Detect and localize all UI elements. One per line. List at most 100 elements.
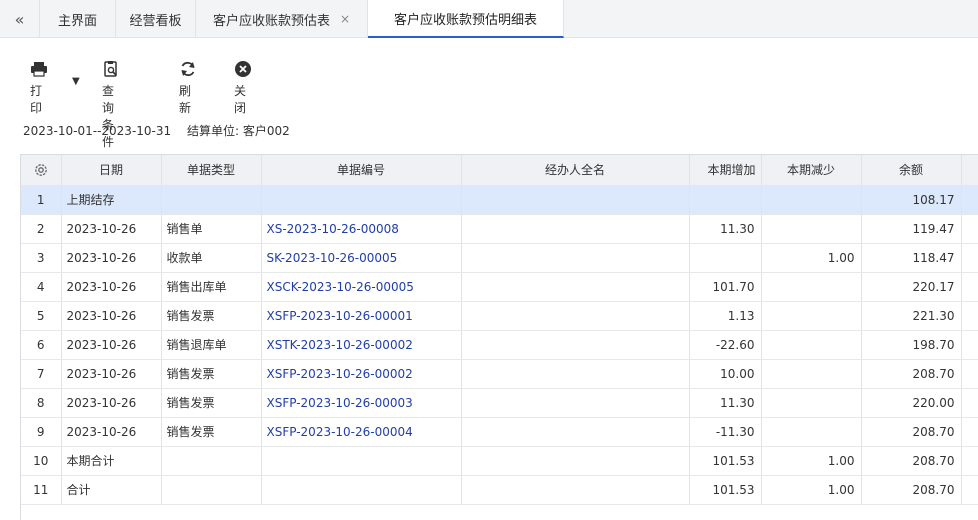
cell-handler xyxy=(461,359,690,389)
cell-doc-no[interactable]: XSFP-2023-10-26-00001 xyxy=(261,301,462,331)
cell-doc-no[interactable]: XSFP-2023-10-26-00003 xyxy=(261,388,462,418)
table-row[interactable]: 6 2023-10-26 销售退库单 XSTK-2023-10-26-00002 -22… xyxy=(21,330,978,360)
cell-doc-no[interactable]: SK-2023-10-26-00005 xyxy=(261,243,462,273)
cell-decrease xyxy=(761,185,862,215)
cell-increase: -11.30 xyxy=(689,417,762,447)
column-header-doc-type[interactable]: 单据类型 xyxy=(161,155,262,186)
cell-date: 2023-10-26 xyxy=(61,214,162,244)
cell-balance: 220.17 xyxy=(861,272,962,302)
cell-balance: 108.17 xyxy=(861,185,962,215)
cell-decrease: 1.00 xyxy=(761,446,862,476)
cell-balance: 208.70 xyxy=(861,475,962,505)
cell-spacer xyxy=(961,185,978,215)
cell-handler xyxy=(461,185,690,215)
print-button[interactable]: 打印 xyxy=(30,60,48,116)
row-index: 9 xyxy=(21,417,62,447)
print-dropdown-toggle[interactable]: ▼ xyxy=(72,76,80,87)
cell-spacer xyxy=(961,475,978,505)
refresh-icon xyxy=(181,61,195,77)
column-header-date[interactable]: 日期 xyxy=(61,155,162,186)
cell-increase: 1.13 xyxy=(689,301,762,331)
cell-date: 2023-10-26 xyxy=(61,359,162,389)
print-label: 打印 xyxy=(30,84,43,115)
cell-doc-no[interactable]: XSTK-2023-10-26-00002 xyxy=(261,330,462,360)
cell-doc-type: 销售发票 xyxy=(161,301,262,331)
tab-receivable-estimate-detail[interactable]: 客户应收账款预估明细表 xyxy=(368,0,564,38)
cell-doc-type: 销售发票 xyxy=(161,417,262,447)
cell-date: 2023-10-26 xyxy=(61,388,162,418)
gear-icon xyxy=(34,163,47,176)
cell-date: 2023-10-26 xyxy=(61,417,162,447)
cell-spacer xyxy=(961,272,978,302)
table-row[interactable]: 11 合计 101.53 1.00 208.70 xyxy=(21,475,978,505)
collapse-sidebar-button[interactable]: « xyxy=(0,0,40,38)
table-row[interactable]: 5 2023-10-26 销售发票 XSFP-2023-10-26-00001 1.13… xyxy=(21,301,978,331)
close-icon[interactable]: × xyxy=(340,12,350,26)
row-index: 6 xyxy=(21,330,62,360)
tab-receivable-estimate[interactable]: 客户应收账款预估表 × xyxy=(196,0,368,38)
tab-label: 经营看板 xyxy=(129,13,182,29)
row-index: 2 xyxy=(21,214,62,244)
cell-doc-type xyxy=(161,475,262,505)
main-content: 打印 ▼ 查询条件 刷新 关闭 2023-10-01--2023-10-31 结… xyxy=(10,50,978,520)
cell-doc-no[interactable]: XSFP-2023-10-26-00002 xyxy=(261,359,462,389)
column-header-increase[interactable]: 本期增加 xyxy=(689,155,762,186)
cell-decrease xyxy=(761,301,862,331)
cell-increase: 11.30 xyxy=(689,388,762,418)
cell-decrease: 1.00 xyxy=(761,243,862,273)
cell-doc-type xyxy=(161,185,262,215)
cell-balance: 208.70 xyxy=(861,359,962,389)
column-header-doc-no[interactable]: 单据编号 xyxy=(261,155,462,186)
cell-decrease xyxy=(761,417,862,447)
cell-decrease xyxy=(761,214,862,244)
cell-handler xyxy=(461,214,690,244)
table-row[interactable]: 3 2023-10-26 收款单 SK-2023-10-26-00005 1.00 118… xyxy=(21,243,978,273)
column-header-balance[interactable]: 余额 xyxy=(861,155,962,186)
cell-doc-no[interactable]: XSFP-2023-10-26-00004 xyxy=(261,417,462,447)
cell-date: 本期合计 xyxy=(61,446,162,476)
row-index: 4 xyxy=(21,272,62,302)
table-row[interactable]: 10 本期合计 101.53 1.00 208.70 xyxy=(21,446,978,476)
header-row: 日期 单据类型 单据编号 经办人全名 本期增加 本期减少 余额 xyxy=(21,155,978,186)
table-row[interactable]: 7 2023-10-26 销售发票 XSFP-2023-10-26-00002 10.0… xyxy=(21,359,978,389)
cell-balance: 208.70 xyxy=(861,417,962,447)
tab-home[interactable]: 主界面 xyxy=(40,0,116,38)
double-chevron-left-icon: « xyxy=(14,9,25,29)
cell-doc-type: 销售单 xyxy=(161,214,262,244)
table-row[interactable]: 4 2023-10-26 销售出库单 XSCK-2023-10-26-00005 101… xyxy=(21,272,978,302)
cell-increase xyxy=(689,243,762,273)
detail-grid: 日期 单据类型 单据编号 经办人全名 本期增加 本期减少 余额 1 上期结存 108… xyxy=(20,154,978,520)
row-index: 3 xyxy=(21,243,62,273)
cell-decrease xyxy=(761,359,862,389)
close-button[interactable]: 关闭 xyxy=(234,60,252,116)
table-row[interactable]: 8 2023-10-26 销售发票 XSFP-2023-10-26-00003 11.3… xyxy=(21,388,978,418)
detail-table: 日期 单据类型 单据编号 经办人全名 本期增加 本期减少 余额 1 上期结存 108… xyxy=(21,155,978,505)
cell-spacer xyxy=(961,330,978,360)
table-row[interactable]: 2 2023-10-26 销售单 XS-2023-10-26-00008 11.30 11… xyxy=(21,214,978,244)
cell-doc-type xyxy=(161,446,262,476)
cell-balance: 198.70 xyxy=(861,330,962,360)
row-index: 11 xyxy=(21,475,62,505)
cell-doc-no[interactable]: XS-2023-10-26-00008 xyxy=(261,214,462,244)
cell-increase: -22.60 xyxy=(689,330,762,360)
cell-doc-type: 销售退库单 xyxy=(161,330,262,360)
cell-doc-no[interactable]: XSCK-2023-10-26-00005 xyxy=(261,272,462,302)
cell-doc-type: 销售发票 xyxy=(161,359,262,389)
row-index: 8 xyxy=(21,388,62,418)
cell-handler xyxy=(461,272,690,302)
column-header-decrease[interactable]: 本期减少 xyxy=(761,155,862,186)
cell-doc-type: 收款单 xyxy=(161,243,262,273)
row-index: 10 xyxy=(21,446,62,476)
cell-spacer xyxy=(961,214,978,244)
refresh-label: 刷新 xyxy=(179,84,192,115)
table-row[interactable]: 1 上期结存 108.17 xyxy=(21,185,978,215)
column-header-handler[interactable]: 经办人全名 xyxy=(461,155,690,186)
cell-date: 2023-10-26 xyxy=(61,272,162,302)
cell-doc-type: 销售出库单 xyxy=(161,272,262,302)
table-row[interactable]: 9 2023-10-26 销售发票 XSFP-2023-10-26-00004 -11.… xyxy=(21,417,978,447)
tab-dashboard[interactable]: 经营看板 xyxy=(116,0,196,38)
clipboard-search-icon xyxy=(104,61,117,77)
column-settings-button[interactable] xyxy=(21,155,62,186)
cell-handler xyxy=(461,243,690,273)
refresh-button[interactable]: 刷新 xyxy=(179,60,197,116)
